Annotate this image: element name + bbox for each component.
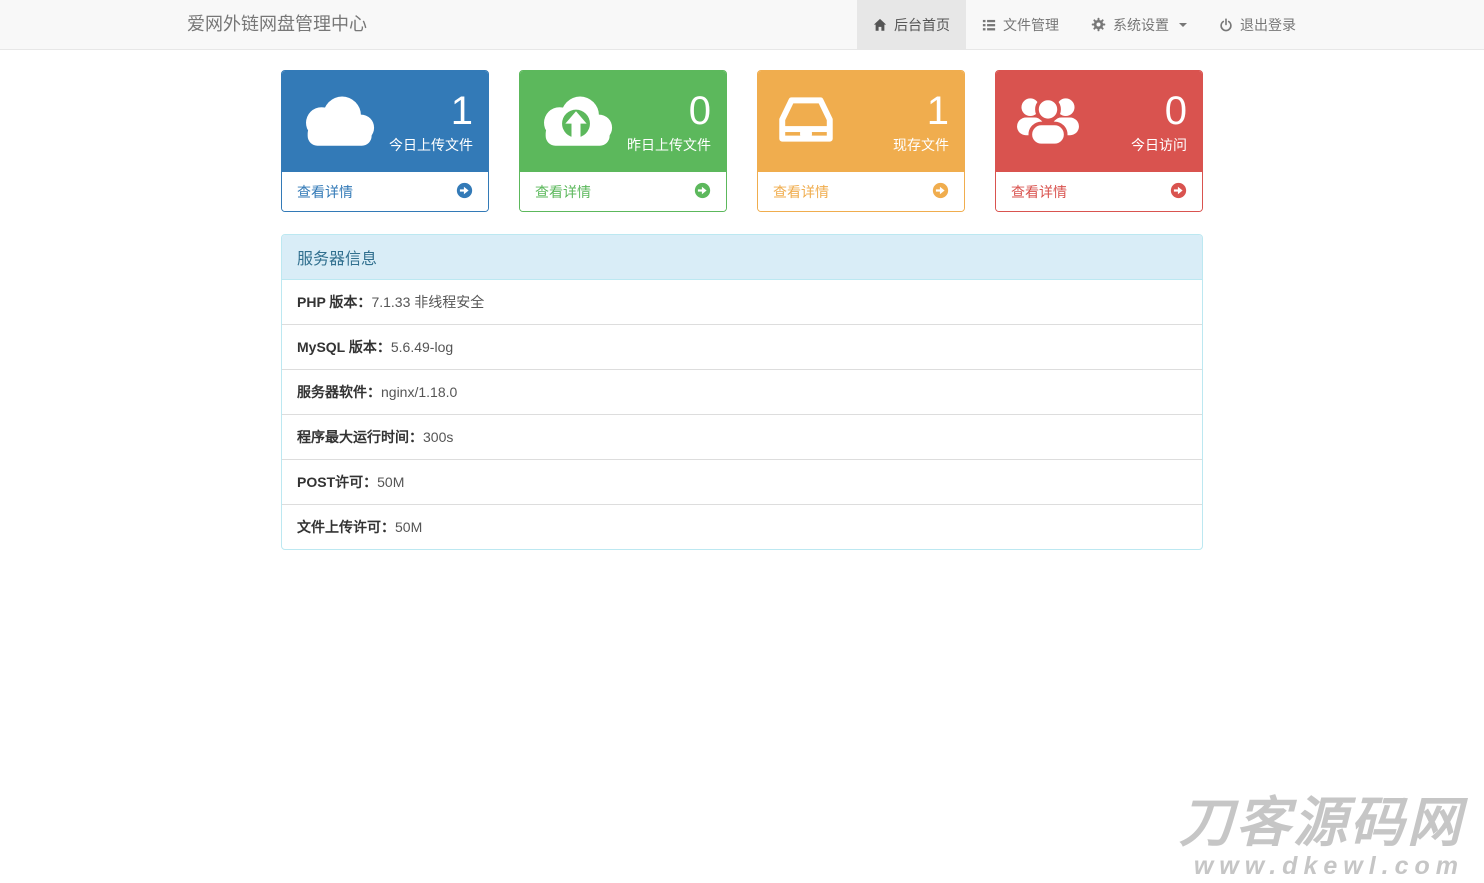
row-value: 300s [423,429,453,445]
server-info-row-post-limit: POST许可：50M [282,460,1202,505]
cloud-upload-icon [535,93,617,151]
row-label: 服务器软件： [297,384,381,400]
view-details-link[interactable]: 查看详情 [996,172,1202,211]
stat-card-heading: 1 现存文件 [758,71,964,172]
stat-number-block: 0 今日访问 [1131,89,1187,155]
stat-label: 今日上传文件 [389,135,473,155]
server-info-row-mysql: MySQL 版本：5.6.49-log [282,325,1202,370]
stat-card-yesterday-uploads: 0 昨日上传文件 查看详情 [519,70,727,212]
nav-item-label: 文件管理 [1003,15,1059,35]
nav-item-label: 退出登录 [1240,15,1296,35]
stat-card-heading: 0 昨日上传文件 [520,71,726,172]
site-watermark: 刀客源码网 www.dkewl.com [1179,796,1464,879]
row-value: nginx/1.18.0 [381,384,457,400]
nav-item-label: 后台首页 [894,15,950,35]
arrow-circle-right-icon [932,182,949,202]
arrow-circle-right-icon [456,182,473,202]
stat-value: 1 [927,89,949,133]
row-value: 5.6.49-log [391,339,453,355]
server-info-row-software: 服务器软件：nginx/1.18.0 [282,370,1202,415]
server-info-panel-title: 服务器信息 [282,235,1202,280]
stat-card-heading: 1 今日上传文件 [282,71,488,172]
stat-card-today-visits: 0 今日访问 查看详情 [995,70,1203,212]
server-info-row-max-exec-time: 程序最大运行时间：300s [282,415,1202,460]
row-label: MySQL 版本： [297,339,391,355]
stat-number-block: 1 现存文件 [893,89,949,155]
arrow-circle-right-icon [694,182,711,202]
nav-item-dashboard[interactable]: 后台首页 [857,0,966,49]
view-details-link[interactable]: 查看详情 [520,172,726,211]
home-icon [873,18,887,32]
stat-label: 现存文件 [893,135,949,155]
row-label: 程序最大运行时间： [297,429,423,445]
view-details-link[interactable]: 查看详情 [758,172,964,211]
stat-number-block: 0 昨日上传文件 [627,89,711,155]
watermark-url: www.dkewl.com [1179,854,1464,879]
row-value: 50M [395,519,422,535]
navbar-container: 爱网外链网盘管理中心 后台首页 文件管理 [157,0,1327,49]
nav-item-file-management[interactable]: 文件管理 [966,0,1075,49]
stat-label: 今日访问 [1131,135,1187,155]
view-details-link[interactable]: 查看详情 [282,172,488,211]
cloud-icon [297,93,379,151]
nav-item-logout[interactable]: 退出登录 [1203,0,1312,49]
list-icon [982,18,996,32]
inbox-icon [773,93,839,151]
stat-card-existing-files: 1 现存文件 查看详情 [757,70,965,212]
stat-label: 昨日上传文件 [627,135,711,155]
watermark-title: 刀客源码网 [1179,796,1464,850]
stat-value: 1 [451,89,473,133]
stat-card-today-uploads: 1 今日上传文件 查看详情 [281,70,489,212]
app-title[interactable]: 爱网外链网盘管理中心 [172,0,382,49]
top-navbar: 爱网外链网盘管理中心 后台首页 文件管理 [0,0,1484,50]
stat-number-block: 1 今日上传文件 [389,89,473,155]
view-details-label: 查看详情 [535,182,591,202]
navbar-menu: 后台首页 文件管理 [857,0,1312,49]
server-info-panel: 服务器信息 PHP 版本：7.1.33 非线程安全 MySQL 版本：5.6.4… [281,234,1203,550]
nav-item-label: 系统设置 [1113,15,1169,35]
view-details-label: 查看详情 [1011,182,1067,202]
caret-down-icon [1179,23,1187,27]
main-content: 1 今日上传文件 查看详情 [281,70,1203,550]
gear-icon [1091,17,1106,32]
row-value: 7.1.33 非线程安全 [371,294,484,310]
stat-card-heading: 0 今日访问 [996,71,1202,172]
stat-value: 0 [1165,89,1187,133]
nav-item-system-settings[interactable]: 系统设置 [1075,0,1203,49]
stat-value: 0 [689,89,711,133]
users-icon [1011,91,1085,152]
row-value: 50M [377,474,404,490]
server-info-row-php: PHP 版本：7.1.33 非线程安全 [282,280,1202,325]
row-label: POST许可： [297,474,377,490]
view-details-label: 查看详情 [297,182,353,202]
server-info-row-upload-limit: 文件上传许可：50M [282,505,1202,549]
row-label: 文件上传许可： [297,519,395,535]
row-label: PHP 版本： [297,294,371,310]
power-icon [1219,18,1233,32]
arrow-circle-right-icon [1170,182,1187,202]
stat-cards-row: 1 今日上传文件 查看详情 [281,70,1203,212]
view-details-label: 查看详情 [773,182,829,202]
